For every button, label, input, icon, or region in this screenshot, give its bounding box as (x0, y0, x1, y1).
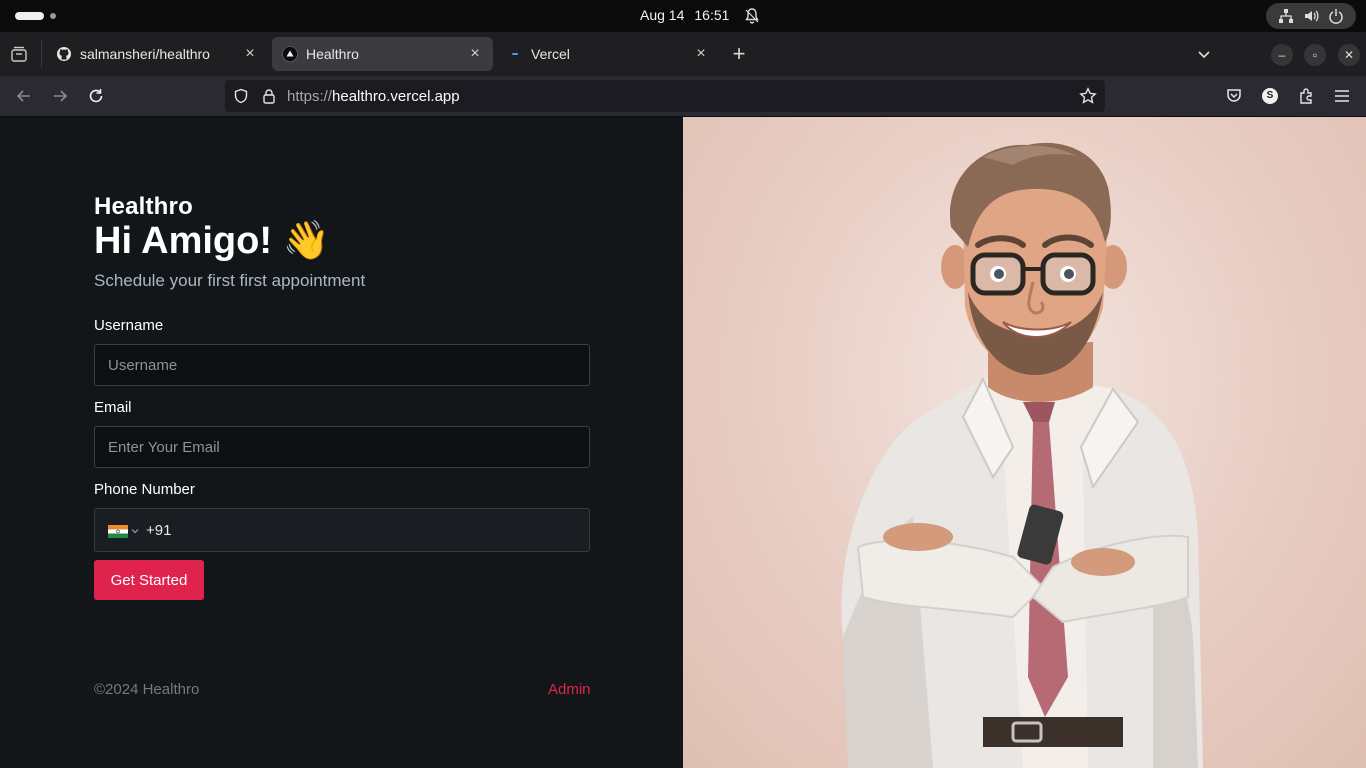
username-label: Username (94, 317, 164, 334)
forward-arrow-icon[interactable] (51, 87, 69, 105)
email-label: Email (94, 399, 132, 416)
tab-vercel[interactable]: Vercel × (497, 37, 719, 71)
volume-icon (1304, 10, 1319, 22)
tab-close-icon[interactable]: × (242, 46, 258, 62)
bookmark-star-icon[interactable] (1079, 87, 1097, 105)
url-bar[interactable]: https://healthro.vercel.app (225, 80, 1105, 112)
reload-icon[interactable] (87, 87, 105, 105)
shield-icon[interactable] (233, 88, 249, 104)
tab-label: Healthro (306, 46, 359, 62)
form-panel: Healthro Hi Amigo! 👋 Schedule your first… (0, 117, 683, 768)
url-scheme: https:// (287, 88, 333, 105)
brand-name: Healthro (94, 193, 193, 220)
tab-github[interactable]: salmansheri/healthro × (46, 37, 268, 71)
extensions-icon[interactable] (1297, 87, 1315, 105)
chevron-down-icon[interactable] (1196, 46, 1212, 62)
hamburger-menu-icon[interactable] (1333, 87, 1351, 105)
github-icon (57, 47, 71, 61)
tab-healthro[interactable]: Healthro × (272, 37, 493, 71)
browser-nav-bar: https://healthro.vercel.app (0, 76, 1366, 117)
tab-divider (41, 40, 42, 68)
browser-tab-strip: salmansheri/healthro × Healthro × Vercel… (0, 32, 1366, 76)
new-tab-icon[interactable]: + (729, 43, 749, 65)
hero-image-panel (683, 117, 1366, 768)
copyright-text: ©2024 Healthro (94, 681, 200, 698)
workspace-dot (50, 13, 56, 19)
tab-close-icon[interactable]: × (693, 46, 709, 62)
os-top-bar: Aug 14 16:51 (0, 0, 1366, 32)
triangle-icon (282, 46, 298, 62)
tab-close-icon[interactable]: × (467, 46, 483, 62)
doctor-illustration (841, 142, 1203, 768)
os-time: 16:51 (694, 7, 730, 23)
minimize-button[interactable]: – (1271, 44, 1293, 66)
maximize-button[interactable]: ▫ (1304, 44, 1326, 66)
admin-link[interactable]: Admin (548, 681, 591, 698)
web-page: Healthro Hi Amigo! 👋 Schedule your first… (0, 117, 1366, 768)
system-tray[interactable] (1266, 3, 1356, 29)
network-icon (1279, 9, 1294, 23)
vercel-dot-icon (512, 53, 518, 55)
phone-value[interactable]: +91 (146, 522, 171, 539)
username-input[interactable] (94, 344, 590, 386)
back-arrow-icon[interactable] (15, 87, 33, 105)
phone-label: Phone Number (94, 481, 195, 498)
os-clock[interactable]: Aug 14 16:51 (640, 7, 729, 23)
url-text[interactable]: https://healthro.vercel.app (287, 88, 460, 105)
get-started-button[interactable]: Get Started (94, 560, 204, 600)
url-host: healthro.vercel.app (332, 88, 460, 105)
workspace-active-pill (15, 12, 44, 20)
pocket-icon[interactable] (1225, 87, 1243, 105)
chevron-down-icon[interactable] (131, 527, 139, 535)
lock-icon[interactable] (261, 88, 277, 104)
tab-label: Vercel (531, 46, 570, 62)
power-icon (1328, 9, 1343, 24)
page-subtitle: Schedule your first first appointment (94, 271, 366, 290)
tab-overview-icon[interactable] (10, 45, 28, 63)
close-window-button[interactable]: ✕ (1338, 44, 1360, 66)
os-date: Aug 14 (640, 7, 685, 23)
tab-label: salmansheri/healthro (80, 46, 210, 62)
page-title: Hi Amigo! 👋 (94, 220, 330, 262)
email-input[interactable] (94, 426, 590, 468)
india-flag-icon[interactable] (108, 525, 128, 538)
activities-indicator[interactable] (15, 12, 56, 20)
profile-avatar[interactable]: S (1262, 88, 1278, 104)
phone-input-field[interactable]: +91 (94, 508, 590, 552)
notification-bell-icon[interactable] (744, 7, 760, 25)
